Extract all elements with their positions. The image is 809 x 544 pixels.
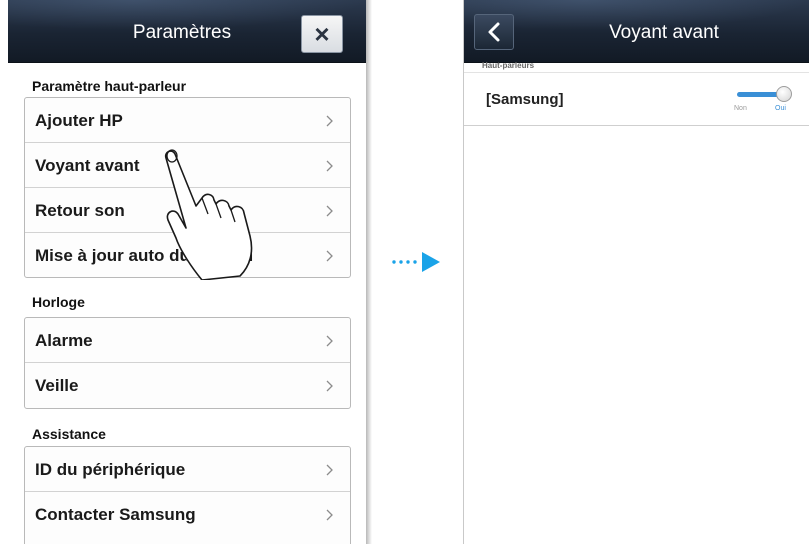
toggle-off-label: Non [734, 105, 747, 112]
chevron-left-icon [488, 22, 500, 42]
list-item-device-id[interactable]: ID du périphérique [25, 447, 350, 492]
list-item-label: Retour son [35, 201, 125, 220]
back-button[interactable] [474, 14, 514, 50]
list-item-add-speaker[interactable]: Ajouter HP [25, 98, 350, 143]
support-settings-group: ID du périphérique Contacter Samsung [24, 446, 351, 544]
list-item-label: Ajouter HP [35, 111, 123, 130]
list-item-label: Voyant avant [35, 156, 140, 175]
chevron-right-icon [326, 205, 333, 217]
page-title: Paramètres [132, 22, 232, 43]
screen-edge-shadow [366, 0, 372, 544]
chevron-right-icon [326, 335, 333, 347]
front-light-toggle[interactable]: Non Oui [734, 81, 792, 117]
toggle-knob[interactable] [776, 86, 792, 102]
section-header-support: Assistance [32, 426, 106, 442]
settings-screen: Paramètres × Paramètre haut-parleur Ajou… [8, 0, 366, 544]
chevron-right-icon [326, 160, 333, 172]
toggle-on-label: Oui [775, 105, 786, 112]
section-label: Haut-parleurs [482, 61, 535, 70]
page-title: Voyant avant [609, 22, 719, 43]
front-light-screen: Voyant avant Haut-parleurs [Samsung] Non… [463, 0, 809, 544]
speaker-name: [Samsung] [486, 91, 564, 108]
chevron-right-icon [326, 115, 333, 127]
list-item-label: Veille [35, 376, 79, 395]
title-bar: Paramètres × [8, 0, 366, 63]
clock-settings-group: Alarme Veille [24, 317, 351, 409]
tap-hand-icon [164, 149, 253, 280]
section-header-speaker: Paramètre haut-parleur [32, 78, 187, 94]
chevron-right-icon [326, 250, 333, 262]
list-item-label: Contacter Samsung [35, 505, 196, 524]
list-item-contact-samsung[interactable]: Contacter Samsung [25, 492, 350, 537]
speaker-setting-row: [Samsung] Non Oui [464, 72, 809, 126]
chevron-right-icon [326, 464, 333, 476]
section-header-clock: Horloge [32, 294, 85, 310]
chevron-right-icon [326, 380, 333, 392]
list-item-sleep[interactable]: Veille [25, 363, 350, 408]
arrow-right-icon [392, 252, 440, 272]
close-button[interactable]: × [301, 15, 343, 53]
list-item-label: ID du périphérique [35, 460, 186, 479]
chevron-right-icon [326, 509, 333, 521]
title-bar: Voyant avant [464, 0, 809, 63]
list-item-alarm[interactable]: Alarme [25, 318, 350, 363]
close-icon: × [314, 19, 330, 49]
list-item-label: Alarme [35, 331, 93, 350]
